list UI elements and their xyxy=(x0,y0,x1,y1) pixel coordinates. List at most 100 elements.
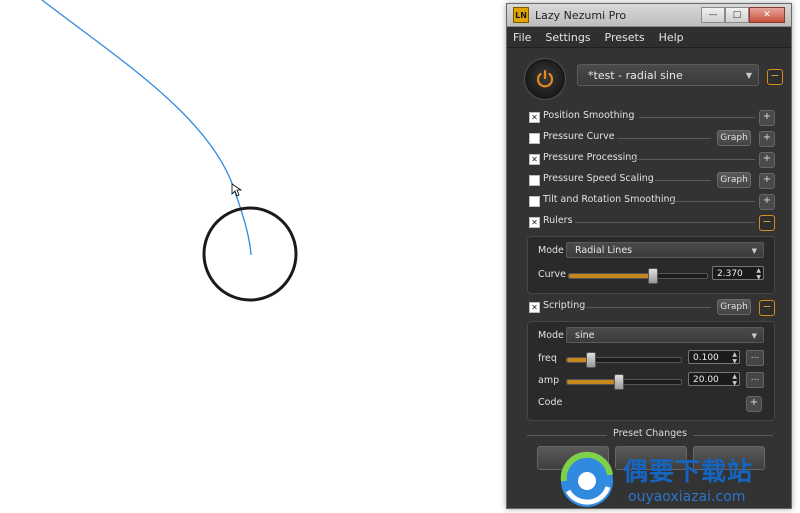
brush-stroke xyxy=(41,0,252,256)
preset-name: *test - radial sine xyxy=(588,69,683,82)
amp-label: amp xyxy=(538,375,560,386)
freq-value: 0.100 xyxy=(693,353,719,363)
window-title: Lazy Nezumi Pro xyxy=(535,8,627,22)
rulers-mode-label: Mode xyxy=(538,245,564,256)
canvas-drawing xyxy=(41,0,298,302)
spinner-arrows-icon[interactable]: ▲ ▼ xyxy=(732,373,737,387)
scripting-mode-value: sine xyxy=(575,330,595,341)
main-content: *test - radial sine ▼ − ✕ Position Smoot… xyxy=(507,48,791,508)
rulers-collapse-button[interactable]: − xyxy=(759,215,775,231)
watermark-url: ouyaoxiazai.com xyxy=(628,489,746,505)
rulers-mode-dropdown[interactable]: Radial Lines ▼ xyxy=(566,242,764,258)
rulers-curve-slider[interactable] xyxy=(568,268,708,284)
freq-more-button[interactable]: ... xyxy=(746,350,764,366)
watermark-text: 偶要下载站 xyxy=(623,457,754,486)
scripting-checkbox[interactable]: ✕ xyxy=(529,302,540,313)
power-icon xyxy=(536,69,554,88)
menu-presets[interactable]: Presets xyxy=(605,31,645,44)
pressure-speed-scaling-expand-button[interactable]: + xyxy=(759,173,775,189)
freq-input[interactable]: 0.100 ▲ ▼ xyxy=(688,350,740,365)
chevron-down-icon: ▼ xyxy=(745,71,752,80)
feature-label: Pressure Processing xyxy=(543,152,638,163)
amp-slider[interactable] xyxy=(566,374,682,390)
spinner-arrows-icon[interactable]: ▲ ▼ xyxy=(756,267,761,281)
mouse-pointer-icon xyxy=(231,183,243,197)
chevron-down-icon: ▼ xyxy=(751,247,757,255)
amp-input[interactable]: 20.00 ▲ ▼ xyxy=(688,372,740,387)
feature-row-scripting: ✕ Scripting Graph − xyxy=(527,298,777,316)
lazy-nezumi-window: LN Lazy Nezumi Pro — □ ✕ File Settings P… xyxy=(506,3,792,509)
app-icon: LN xyxy=(513,7,529,23)
scripting-graph-button[interactable]: Graph xyxy=(717,299,751,315)
rulers-curve-input[interactable]: 2.370 ▲ ▼ xyxy=(712,266,764,281)
scripting-label: Scripting xyxy=(543,300,586,311)
scripting-mode-dropdown[interactable]: sine ▼ xyxy=(566,327,764,343)
watermark-globe-icon xyxy=(560,451,613,507)
rulers-curve-label: Curve xyxy=(538,269,567,280)
preset-collapse-button[interactable]: − xyxy=(767,69,783,85)
slider-fill xyxy=(569,274,652,278)
preset-bar: *test - radial sine ▼ − xyxy=(521,56,785,99)
title-bar[interactable]: LN Lazy Nezumi Pro — □ ✕ xyxy=(507,4,791,27)
scripting-mode-label: Mode xyxy=(538,330,564,341)
pressure-curve-graph-button[interactable]: Graph xyxy=(717,130,751,146)
feature-label: Position Smoothing xyxy=(543,110,635,121)
divider xyxy=(655,180,711,181)
rulers-panel: Mode Radial Lines ▼ Curve 2.370 ▲ ▼ xyxy=(527,236,775,294)
code-label: Code xyxy=(538,397,563,408)
divider xyxy=(617,138,711,139)
drawing-canvas[interactable] xyxy=(0,0,505,513)
pressure-speed-scaling-graph-button[interactable]: Graph xyxy=(717,172,751,188)
feature-row-pressure-curve: Pressure Curve Graph + xyxy=(527,129,777,147)
scripting-panel: Mode sine ▼ freq 0.100 ▲▼ ... amp 20.00 xyxy=(527,321,775,421)
pressure-processing-checkbox[interactable]: ✕ xyxy=(529,154,540,165)
slider-thumb[interactable] xyxy=(614,374,624,390)
tilt-rotation-checkbox[interactable] xyxy=(529,196,540,207)
divider xyxy=(575,222,755,223)
rulers-checkbox[interactable]: ✕ xyxy=(529,217,540,228)
pressure-curve-expand-button[interactable]: + xyxy=(759,131,775,147)
menu-help[interactable]: Help xyxy=(659,31,684,44)
amp-value: 20.00 xyxy=(693,375,719,385)
scripting-collapse-button[interactable]: − xyxy=(759,300,775,316)
watermark-logo: 偶要下载站 ouyaoxiazai.com xyxy=(556,451,796,511)
freq-label: freq xyxy=(538,353,557,364)
pressure-curve-checkbox[interactable] xyxy=(529,133,540,144)
feature-row-pressure-processing: ✕ Pressure Processing + xyxy=(527,150,777,168)
pressure-speed-scaling-checkbox[interactable] xyxy=(529,175,540,186)
menu-settings[interactable]: Settings xyxy=(545,31,590,44)
slider-fill xyxy=(567,380,618,384)
pressure-processing-expand-button[interactable]: + xyxy=(759,152,775,168)
feature-label: Pressure Speed Scaling xyxy=(543,173,654,184)
preset-dropdown[interactable]: *test - radial sine ▼ xyxy=(577,64,759,86)
maximize-button[interactable]: □ xyxy=(725,7,749,23)
feature-row-rulers: ✕ Rulers − xyxy=(527,213,777,231)
rulers-curve-value: 2.370 xyxy=(717,269,743,279)
slider-thumb[interactable] xyxy=(648,268,658,284)
minimize-button[interactable]: — xyxy=(701,7,725,23)
freq-slider[interactable] xyxy=(566,352,682,368)
brush-cursor-circle xyxy=(202,206,298,302)
power-button[interactable] xyxy=(525,59,565,99)
close-button[interactable]: ✕ xyxy=(749,7,785,23)
feature-label: Tilt and Rotation Smoothing xyxy=(543,194,676,205)
preset-changes-header: Preset Changes xyxy=(527,428,773,442)
feature-label: Rulers xyxy=(543,215,573,226)
feature-row-position-smoothing: ✕ Position Smoothing + xyxy=(527,108,777,126)
amp-more-button[interactable]: ... xyxy=(746,372,764,388)
spinner-arrows-icon[interactable]: ▲ ▼ xyxy=(732,351,737,365)
rulers-mode-value: Radial Lines xyxy=(575,245,633,256)
menu-file[interactable]: File xyxy=(513,31,531,44)
tilt-rotation-expand-button[interactable]: + xyxy=(759,194,775,210)
slider-thumb[interactable] xyxy=(586,352,596,368)
position-smoothing-expand-button[interactable]: + xyxy=(759,110,775,126)
divider xyxy=(587,307,711,308)
divider xyxy=(631,159,755,160)
divider xyxy=(693,435,773,436)
feature-row-pressure-speed-scaling: Pressure Speed Scaling Graph + xyxy=(527,171,777,189)
divider xyxy=(663,201,755,202)
preset-changes-label: Preset Changes xyxy=(613,428,687,439)
divider xyxy=(639,117,755,118)
code-expand-button[interactable]: + xyxy=(746,396,762,412)
position-smoothing-checkbox[interactable]: ✕ xyxy=(529,112,540,123)
